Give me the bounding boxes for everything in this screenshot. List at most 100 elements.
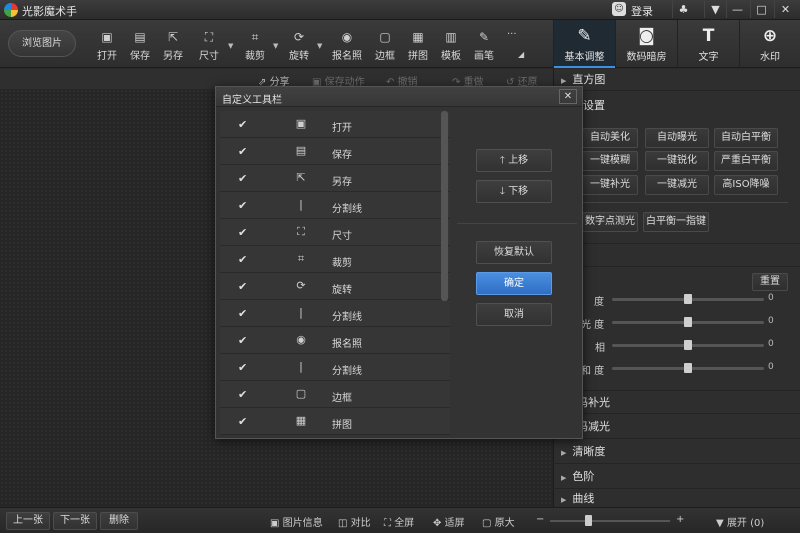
toolbar-template-button[interactable]: ▥ 模板 bbox=[434, 20, 468, 68]
white-balance-picker-button[interactable]: 白平衡一指键 bbox=[643, 212, 709, 232]
list-item[interactable]: ✔ ⟳ 旋转 bbox=[220, 273, 450, 300]
list-item[interactable]: ✔ ▢ 边框 bbox=[220, 381, 450, 408]
next-image-button[interactable]: 下一张 bbox=[53, 512, 97, 530]
checkmark-icon[interactable]: ✔ bbox=[238, 334, 247, 347]
browse-images-button[interactable]: 浏览图片 bbox=[8, 30, 76, 57]
list-item[interactable]: ✔ | 分割线 bbox=[220, 192, 450, 219]
curve-section[interactable]: ▶ 曲线 bbox=[553, 490, 800, 507]
list-scrollbar[interactable] bbox=[441, 111, 448, 301]
checkmark-icon[interactable]: ✔ bbox=[238, 415, 247, 428]
one-key-sharpen-button[interactable]: 一键锐化 bbox=[645, 151, 709, 171]
auto-white-balance-button[interactable]: 自动白平衡 bbox=[714, 128, 778, 148]
list-item[interactable]: ✔ ⇱ 另存 bbox=[220, 165, 450, 192]
histogram-section[interactable]: ▶ 直方图 bbox=[553, 69, 800, 91]
checkmark-icon[interactable]: ✔ bbox=[238, 145, 247, 158]
tab-text[interactable]: T 文字 bbox=[677, 20, 739, 68]
checkmark-icon[interactable]: ✔ bbox=[238, 253, 247, 266]
contrast-slider-knob[interactable] bbox=[684, 317, 692, 327]
cancel-button[interactable]: 取消 bbox=[476, 303, 552, 326]
toolbar-collage-button[interactable]: ▦ 拼图 bbox=[401, 20, 435, 68]
checkmark-icon[interactable]: ✔ bbox=[238, 118, 247, 131]
basic-section[interactable]: 基本 bbox=[553, 243, 800, 267]
auto-exposure-button[interactable]: 自动曝光 bbox=[645, 128, 709, 148]
move-down-button[interactable]: 🡓 下移 bbox=[476, 180, 552, 203]
hue-slider-knob[interactable] bbox=[684, 340, 692, 350]
tab-watermark[interactable]: ⊕ 水印 bbox=[739, 20, 800, 68]
list-item[interactable]: ✔ ▦ 拼图 bbox=[220, 408, 450, 435]
list-item[interactable]: ✔ | 分割线 bbox=[220, 300, 450, 327]
dialog-close-button[interactable]: ✕ bbox=[559, 89, 577, 104]
checkmark-icon[interactable]: ✔ bbox=[238, 280, 247, 293]
reduce-light-section[interactable]: 码减光 bbox=[553, 415, 800, 439]
delete-image-button[interactable]: 删除 bbox=[100, 512, 138, 530]
severe-white-balance-button[interactable]: 严重白平衡 bbox=[714, 151, 778, 171]
expand-button[interactable]: ▼ 展开 (0) bbox=[716, 514, 764, 529]
skin-icon[interactable]: ♣ bbox=[672, 1, 694, 18]
user-avatar-icon[interactable]: ☺ bbox=[612, 2, 626, 16]
toolbar-rotate-button[interactable]: ⟳ 旋转 bbox=[282, 20, 316, 68]
more-tools-icon[interactable]: ··· bbox=[507, 29, 517, 40]
brightness-slider-knob[interactable] bbox=[684, 294, 692, 304]
digital-spot-metering-button[interactable]: 数字点测光 bbox=[582, 212, 638, 232]
login-link[interactable]: 登录 bbox=[631, 3, 653, 19]
saturation-slider-knob[interactable] bbox=[684, 363, 692, 373]
checkmark-icon[interactable]: ✔ bbox=[238, 226, 247, 239]
compare-button[interactable]: ◫ 对比 bbox=[338, 514, 371, 529]
zoom-in-button[interactable]: + bbox=[676, 514, 684, 525]
tab-darkroom[interactable]: ◙ 数码暗房 bbox=[615, 20, 677, 68]
fullscreen-button[interactable]: ⛶ 全屏 bbox=[384, 514, 414, 529]
image-info-button[interactable]: ▣ 图片信息 bbox=[270, 514, 323, 529]
checkmark-icon[interactable]: ✔ bbox=[238, 172, 247, 185]
list-item[interactable]: ✔ ◉ 报名照 bbox=[220, 327, 450, 354]
checkmark-icon[interactable]: ✔ bbox=[238, 388, 247, 401]
maximize-button[interactable]: □ bbox=[750, 1, 772, 18]
checkmark-icon[interactable]: ✔ bbox=[238, 199, 247, 212]
one-key-fill-light-button[interactable]: 一键补光 bbox=[582, 175, 638, 195]
collage-icon: ▦ bbox=[412, 30, 424, 44]
menu-dropdown-icon[interactable]: ▼ bbox=[704, 1, 726, 18]
zoom-slider-knob[interactable] bbox=[585, 515, 592, 526]
fit-screen-button[interactable]: ✥ 适屏 bbox=[433, 514, 465, 529]
resize-icon: ⛶ bbox=[204, 30, 214, 44]
crop-dropdown-icon[interactable]: ▼ bbox=[273, 42, 281, 50]
clarity-section[interactable]: ▶ 清晰度 bbox=[553, 440, 800, 464]
minimize-button[interactable]: — bbox=[726, 1, 748, 18]
toolbar-crop-button[interactable]: ⌗ 裁剪 bbox=[238, 20, 272, 68]
restore-default-button[interactable]: 恢复默认 bbox=[476, 241, 552, 264]
list-item[interactable]: ✔ ⌗ 裁剪 bbox=[220, 246, 450, 273]
toolbar-brush-button[interactable]: ✎ 画笔 bbox=[467, 20, 501, 68]
rotate-dropdown-icon[interactable]: ▼ bbox=[317, 42, 325, 50]
one-key-reduce-light-button[interactable]: 一键减光 bbox=[645, 175, 709, 195]
customize-toolbar-icon[interactable]: ◢ bbox=[518, 50, 524, 59]
one-key-blur-button[interactable]: 一键模糊 bbox=[582, 151, 638, 171]
auto-beautify-button[interactable]: 自动美化 bbox=[582, 128, 638, 148]
zoom-out-button[interactable]: − bbox=[536, 514, 544, 525]
checkmark-icon[interactable]: ✔ bbox=[238, 361, 247, 374]
fill-light-section[interactable]: 码补光 bbox=[553, 390, 800, 414]
close-button[interactable]: ✕ bbox=[774, 1, 796, 18]
one-key-section[interactable]: 一键设置 bbox=[553, 94, 800, 118]
list-item[interactable]: ✔ | 分割线 bbox=[220, 354, 450, 381]
ok-button[interactable]: 确定 bbox=[476, 272, 552, 295]
move-up-button[interactable]: 🡑 上移 bbox=[476, 149, 552, 172]
tab-basic-adjust[interactable]: ✎ 基本调整 bbox=[553, 20, 615, 68]
resize-dropdown-icon[interactable]: ▼ bbox=[228, 42, 236, 50]
high-iso-denoise-button[interactable]: 高ISO降噪 bbox=[714, 175, 778, 195]
reset-button[interactable]: 重置 bbox=[752, 273, 788, 291]
prev-image-button[interactable]: 上一张 bbox=[6, 512, 50, 530]
list-item[interactable]: ✔ ▤ 保存 bbox=[220, 138, 450, 165]
dialog-title-bar[interactable]: 自定义工具栏 ✕ bbox=[216, 87, 582, 107]
toolbar-resize-button[interactable]: ⛶ 尺寸 bbox=[192, 20, 226, 68]
toolbar-items-list: ✔ ▣ 打开 ✔ ▤ 保存 ✔ ⇱ 另存 ✔ | 分割线 ✔ ⛶ 尺寸 ✔ ⌗ 裁剪 ✔ ⟳ 旋转 ✔ | 分割… bbox=[220, 111, 450, 435]
toolbar-save-button[interactable]: ▤ 保存 bbox=[123, 20, 157, 68]
toolbar-save-as-button[interactable]: ⇱ 另存 bbox=[156, 20, 190, 68]
checkmark-icon[interactable]: ✔ bbox=[238, 307, 247, 320]
list-item[interactable]: ✔ ▣ 打开 bbox=[220, 111, 450, 138]
zoom-slider[interactable] bbox=[550, 520, 670, 522]
toolbar-open-button[interactable]: ▣ 打开 bbox=[90, 20, 124, 68]
original-size-button[interactable]: ▢ 原大 bbox=[482, 514, 515, 529]
toolbar-border-button[interactable]: ▢ 边框 bbox=[368, 20, 402, 68]
toolbar-id-photo-button[interactable]: ◉ 报名照 bbox=[330, 20, 364, 68]
color-level-section[interactable]: ▶ 色阶 bbox=[553, 465, 800, 489]
list-item[interactable]: ✔ ⛶ 尺寸 bbox=[220, 219, 450, 246]
